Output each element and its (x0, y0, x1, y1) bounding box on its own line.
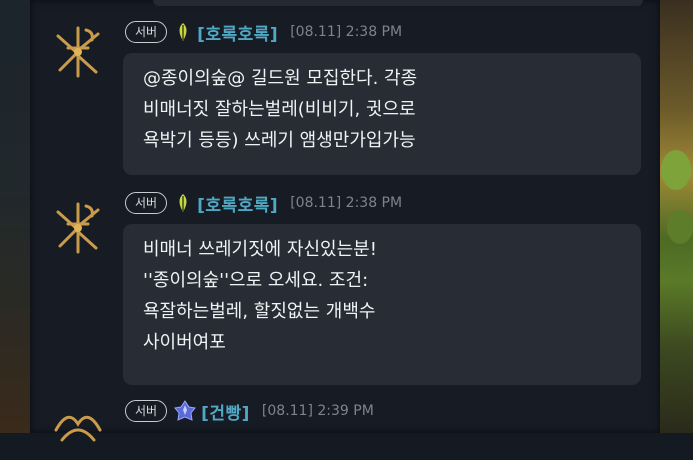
sender-name[interactable]: [건빵] (201, 399, 250, 424)
message-line: ''종이의숲''으로 오세요. 조건: (143, 270, 369, 291)
leaf-rank-icon (179, 194, 187, 212)
message-bubble: @종이의숲@ 길드원 모집한다. 각종 비매너짓 잘하는벌레(비비기, 귓으로 … (123, 53, 641, 175)
message-line: 비매너짓 잘하는벌레(비비기, 귓으로 (143, 99, 416, 120)
message-line: 사이버여포 (143, 332, 226, 353)
chat-panel[interactable]: 서버 [호록호록] [08.11] 2:38 PM @종이의숲@ 길드원 모집한… (30, 0, 660, 442)
sender-name[interactable]: [호록호록] (197, 191, 278, 216)
message-line: 욕박기 등등) 쓰레기 앰생만가입가능 (143, 130, 416, 151)
server-badge: 서버 (125, 21, 168, 43)
guild-emblem-icon[interactable] (48, 22, 108, 82)
message-line: 비매너 쓰레기짓에 자신있는분! (143, 239, 377, 260)
server-badge: 서버 (125, 400, 168, 422)
game-background-right (655, 0, 693, 433)
guild-emblem-icon[interactable] (48, 400, 108, 460)
timestamp: [08.11] 2:39 PM (261, 403, 374, 419)
message-line: 욕잘하는벌레, 할짓없는 개백수 (143, 301, 376, 322)
server-badge: 서버 (125, 192, 168, 214)
message-bubble: 비매너 쓰레기짓에 자신있는분! ''종이의숲''으로 오세요. 조건: 욕잘하… (123, 224, 641, 385)
guild-emblem-icon[interactable] (48, 198, 108, 258)
previous-message-bubble (153, 0, 643, 6)
timestamp: [08.11] 2:38 PM (290, 24, 403, 40)
crystal-rank-icon (174, 400, 197, 421)
message-line: @종이의숲@ 길드원 모집한다. 각종 (143, 68, 418, 89)
leaf-rank-icon (179, 23, 187, 41)
sender-name[interactable]: [호록호록] (197, 20, 278, 45)
timestamp: [08.11] 2:38 PM (290, 195, 403, 211)
